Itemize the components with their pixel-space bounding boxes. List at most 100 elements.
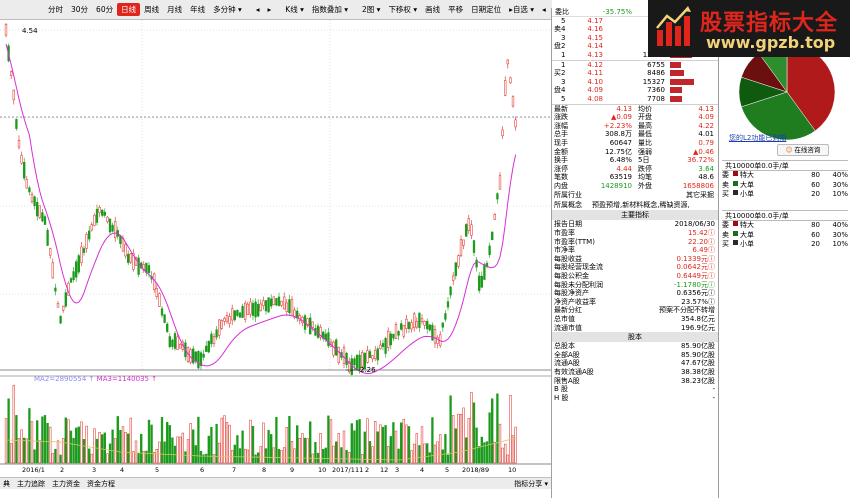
candle-body — [23, 161, 26, 179]
toolbar-item[interactable]: ◂ — [252, 3, 264, 16]
volume-bar — [134, 440, 138, 464]
info-label: 市盈率(TTM) — [554, 237, 595, 246]
flow-square-icon — [733, 240, 738, 245]
volume-bar — [166, 422, 169, 464]
date-tick: 2017/1 — [332, 466, 355, 474]
concept-row: 所属概念 预盈预增,新材料概念,稀缺资源, — [552, 200, 718, 210]
level-price: 4.16 — [587, 25, 603, 34]
candle-body — [124, 244, 127, 257]
toolbar-item[interactable]: 分时 — [44, 3, 67, 16]
tab-fund-equation[interactable]: 资金方程 — [87, 479, 115, 489]
volume-bar — [340, 447, 343, 464]
toolbar-item[interactable]: 多分钟 ▾ — [209, 3, 246, 16]
candle-body — [168, 336, 171, 348]
candle-body — [465, 224, 468, 237]
kline-chart[interactable]: 4.54 2.26 2016/1 2 3 4 5 6 7 8 9 10 11 12 2017/1 2 3 4 5 20… — [0, 20, 552, 486]
volume-bar — [332, 445, 335, 464]
candle-body — [376, 348, 379, 361]
main-index-header[interactable]: 主要指标 — [552, 210, 718, 221]
flow-side: 卖 — [722, 180, 729, 189]
toolbar-item[interactable]: 2图 ▾ — [358, 3, 384, 16]
volume-bar — [480, 436, 483, 464]
toolbar-item[interactable]: ▸ — [264, 3, 276, 16]
buy-book: 1 4.12 6755 买 2 4.11 8486 3 4.10 15327 盘 4 4.09 7360 5… — [552, 61, 718, 104]
volume-bar — [15, 415, 18, 464]
kline-svg[interactable]: 4.54 2.26 2016/1 2 3 4 5 6 7 8 9 10 11 12 2017/1 2 3 4 5 20… — [0, 20, 552, 486]
candle-body — [454, 262, 457, 276]
tab-main-fund[interactable]: 主力资金 — [52, 479, 80, 489]
volume-bar — [309, 421, 312, 464]
tab-main-track[interactable]: 主力追踪 — [17, 479, 45, 489]
volume-bar — [192, 429, 195, 464]
candle-body — [228, 316, 231, 324]
buy-level-row[interactable]: 1 4.12 6755 — [552, 61, 718, 70]
volume-bar — [504, 443, 507, 464]
buy-level-row[interactable]: 5 4.08 7708 — [552, 95, 718, 104]
volume-bar — [501, 447, 504, 464]
info-label: 每股经营现金流 — [554, 263, 603, 272]
candle-body — [238, 312, 242, 318]
candle-body — [441, 322, 444, 328]
online-consult-button[interactable]: ☺ 在线咨询 — [777, 144, 829, 156]
toolbar-item[interactable]: 周线 — [140, 3, 163, 16]
info-row: H 股- — [552, 394, 718, 403]
volume-bar — [272, 447, 275, 464]
flow-volume: 60 — [811, 180, 820, 189]
toolbar-item[interactable]: 30分 — [67, 3, 92, 16]
candle-body — [392, 333, 395, 339]
buy-level-row[interactable]: 盘 4 4.09 7360 — [552, 86, 718, 95]
industry-row: 所属行业 其它采掘 — [552, 190, 718, 200]
volume-bar — [64, 417, 67, 464]
tab-dian[interactable]: 典 — [3, 479, 10, 489]
level-label: 1 — [561, 50, 566, 59]
toolbar-item[interactable]: 指数叠加 ▾ — [308, 3, 352, 16]
toolbar-item[interactable]: 日线 — [117, 3, 141, 16]
quote-value: 4.22 — [698, 121, 714, 130]
low-price-label: 2.26 — [360, 366, 376, 374]
info-value: 0.1339元ⓘ — [676, 254, 716, 263]
candle-body — [59, 315, 62, 324]
toolbar-item[interactable]: ▸自选 ▾ — [505, 3, 538, 16]
candle-body — [205, 345, 208, 352]
volume-bar — [379, 424, 382, 464]
toolbar-item[interactable]: ◂ — [538, 3, 550, 16]
toolbar-item[interactable]: 月线 — [163, 3, 186, 16]
volume-bar — [413, 443, 416, 464]
toolbar-item[interactable]: 60分 — [92, 3, 117, 16]
toolbar-item[interactable]: 日期定位 — [467, 3, 505, 16]
l2-expired-link[interactable]: 您的L2功能已到期 — [729, 133, 786, 143]
toolbar-item[interactable]: 年线 — [186, 3, 209, 16]
candle-body — [488, 245, 491, 256]
volume-bar — [275, 416, 278, 464]
candle-body — [387, 330, 390, 348]
equity-header[interactable]: 股本 — [552, 332, 718, 343]
candle-body — [257, 303, 260, 317]
toolbar-item[interactable]: 画线 — [421, 3, 444, 16]
volume-bar — [491, 398, 494, 464]
volume-bar — [452, 415, 455, 464]
volume-bar — [90, 453, 93, 464]
flow-side: 委 — [722, 171, 729, 179]
toolbar-item[interactable]: K线 ▾ — [281, 3, 308, 16]
candle-body — [415, 321, 418, 328]
volume-bar — [244, 448, 247, 464]
candle-body — [275, 298, 278, 306]
volume-bar — [155, 449, 158, 464]
info-value: - — [712, 385, 715, 394]
volume-bar — [288, 416, 291, 464]
logo-url: www.gpzb.top — [706, 33, 836, 52]
buy-level-row[interactable]: 买 2 4.11 8486 — [552, 69, 718, 78]
toolbar-item[interactable]: 平移 — [444, 3, 467, 16]
candle-body — [446, 301, 450, 308]
volume-bar — [132, 451, 135, 464]
quote-value: 48.6 — [698, 173, 714, 182]
quote-row: 金额 12.75亿 强弱 ▲0.46 — [552, 148, 718, 157]
candle-body — [194, 351, 197, 362]
indicator-share-button[interactable]: 指标分享 ▾ — [514, 479, 548, 489]
quote-value: 4.44 — [616, 164, 632, 173]
buy-level-row[interactable]: 3 4.10 15327 — [552, 78, 718, 87]
info-row: 限售A股 38.23亿股 — [552, 377, 718, 386]
side-label: 卖 — [554, 25, 561, 34]
candle-body — [28, 187, 31, 193]
toolbar-item[interactable]: 下移权 ▾ — [384, 3, 421, 16]
